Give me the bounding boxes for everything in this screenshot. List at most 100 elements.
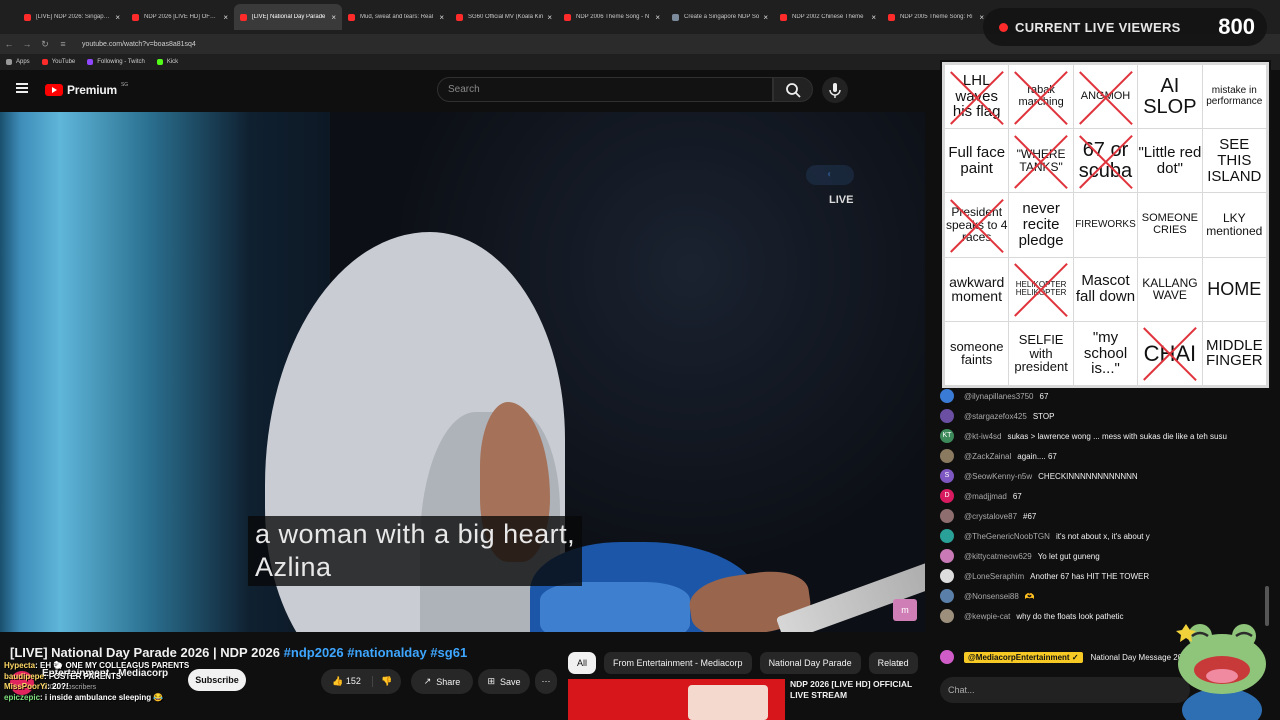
bingo-cell: KALLANG WAVE [1138,257,1202,321]
filter-chip[interactable]: All [568,652,597,674]
mic-icon [829,83,841,98]
chat-message-list[interactable]: @ilynapillanes3750 67 @stargazefox425 STOP K… [940,386,1260,642]
chat-username[interactable]: @ZackZainal [964,452,1011,461]
share-button[interactable]: ↗ Share [411,669,473,694]
back-icon[interactable]: ← [0,39,18,49]
close-tab-icon[interactable]: × [763,13,768,22]
chat-username[interactable]: @SeowKenny-n5w [964,472,1032,481]
bookmark-apps[interactable]: Apps [6,59,30,65]
bingo-cell: Mascot fall down [1073,257,1138,321]
bingo-cell: HOME [1202,257,1266,321]
bingo-cell: "WHERE TANKS" [1009,129,1073,193]
chat-username[interactable]: @LoneSeraphim [964,572,1024,581]
kick-icon [156,59,163,65]
browser-tab[interactable]: NDP 2005 Theme Song: Ri × [882,4,990,30]
chat-text: sukas > lawrence wong ... mess with suka… [1007,431,1227,441]
chat-input[interactable]: Chat... [940,677,1190,703]
chat-username[interactable]: @Nonsensei88 [964,592,1019,601]
browser-tab[interactable]: NDP 2026 [LIVE HD] OFFICIAL× [126,4,234,30]
bingo-cell: FIREWORKS [1073,193,1138,257]
subscribe-button[interactable]: Subscribe [188,669,246,691]
chat-text: again.... 67 [1017,451,1057,461]
chevron-right-icon[interactable]: › [890,652,910,674]
chat-avatar[interactable]: S [940,469,954,483]
chat-avatar[interactable]: KT [940,429,954,443]
browser-tab[interactable]: Mud, sweat and tears: Real × [342,4,450,30]
url-text[interactable]: youtube.com/watch?v=boas8a81sq4 [82,41,196,48]
browser-tab[interactable]: [LIVE] National Day Parade × [234,4,342,30]
like-button[interactable]: 👍 152 [321,676,373,687]
recommended-title[interactable]: NDP 2026 [LIVE HD] OFFICIAL LIVE STREAM [790,679,920,701]
forward-icon[interactable]: → [18,39,36,49]
tab-title: Create a Singapore NDP So [684,14,760,20]
close-tab-icon[interactable]: × [223,13,228,22]
search-input[interactable]: Search [437,77,773,102]
filter-chip[interactable]: From Entertainment - Mediacorp [604,652,752,674]
bookmark-twitch[interactable]: Following - Twitch [87,59,145,65]
bingo-cell: LHL waves his flag [945,65,1009,129]
chat-username[interactable]: @ilynapillanes3750 [964,392,1034,401]
chat-avatar[interactable]: D [940,489,954,503]
tab-title: NDP 2005 Theme Song: Ri [900,14,973,20]
save-button[interactable]: ⊞ Save [478,669,530,694]
bingo-card: LHL waves his flag rabak marching ANGMOH AI… [940,60,1271,390]
dislike-button[interactable]: 👎 [373,676,401,687]
browser-tab[interactable]: NDP 2002 Chinese Theme × [774,4,882,30]
chat-username[interactable]: @kittycatmeow629 [964,552,1032,561]
bingo-cell: CHAI [1138,321,1202,385]
chat-avatar[interactable] [940,509,954,523]
bookmark-kick[interactable]: Kick [156,59,178,65]
chat-username[interactable]: @kewpie-cat [964,612,1010,621]
close-tab-icon[interactable]: × [115,13,120,22]
chat-message: @Nonsensei88 🫶 [940,586,1260,606]
search-icon [786,83,801,98]
video-hashtags[interactable]: #ndp2026 #nationalday #sg61 [284,645,468,660]
bingo-cell-text: Full face paint [948,144,1006,177]
chat-avatar[interactable] [940,569,954,583]
filter-chip[interactable]: National Day Parade [759,652,861,674]
bingo-cell-text: Mascot fall down [1075,272,1136,306]
search-button[interactable] [773,77,813,102]
bingo-cell: SELFIE with president [1009,321,1073,385]
close-tab-icon[interactable]: × [439,13,444,22]
chat-avatar[interactable] [940,609,954,623]
pinned-avatar [940,650,954,664]
chat-username[interactable]: @stargazefox425 [964,412,1027,421]
chat-username[interactable]: @madjjmad [964,492,1007,501]
close-tab-icon[interactable]: × [655,13,660,22]
bookmark-youtube[interactable]: YouTube [41,59,75,65]
chat-avatar[interactable] [940,589,954,603]
chat-username[interactable]: @crystalove87 [964,512,1017,521]
chat-avatar[interactable] [940,389,954,403]
thumbnail-image [688,685,768,720]
menu-icon[interactable] [16,83,28,93]
reload-icon[interactable]: ↻ [36,39,54,50]
close-tab-icon[interactable]: × [871,13,876,22]
bingo-cell: MIDDLE FINGER [1202,321,1266,385]
more-actions-button[interactable]: ⋯ [535,669,557,694]
site-info-icon[interactable]: ≡ [54,39,72,49]
bingo-cell: LKY mentioned [1202,193,1266,257]
chat-username[interactable]: @kt-iw4sd [964,432,1001,441]
chat-text: 67 [1039,391,1049,401]
chat-avatar[interactable] [940,529,954,543]
chat-avatar[interactable] [940,549,954,563]
voice-search-button[interactable] [822,77,848,103]
chat-message: @crystalove87 #67 [940,506,1260,526]
browser-tab[interactable]: Create a Singapore NDP So × [666,4,774,30]
close-tab-icon[interactable]: × [547,13,552,22]
stream-overlay-chat: Hypecta: EH 🐑 ONE MY COLLEAGUS PARENTS ba… [4,661,189,703]
tab-favicon-icon [780,13,787,21]
chat-avatar[interactable] [940,409,954,423]
chat-avatar[interactable] [940,449,954,463]
bingo-cell: Full face paint [945,129,1009,193]
chat-username[interactable]: @TheGenericNoobTGN [964,532,1050,541]
bingo-cell-text: rabak marching [1018,84,1064,108]
browser-tab[interactable]: SG60 Official MV (Koala Kin × [450,4,558,30]
recommended-thumbnail[interactable] [568,679,785,720]
youtube-logo[interactable]: Premium SG [45,82,128,97]
browser-tab[interactable]: [LIVE] NDP 2026: Singapore × [18,4,126,30]
chat-text: Another 67 has HIT THE TOWER [1030,571,1150,581]
close-tab-icon[interactable]: × [331,13,336,22]
browser-tab[interactable]: NDP 2006 Theme Song - N × [558,4,666,30]
